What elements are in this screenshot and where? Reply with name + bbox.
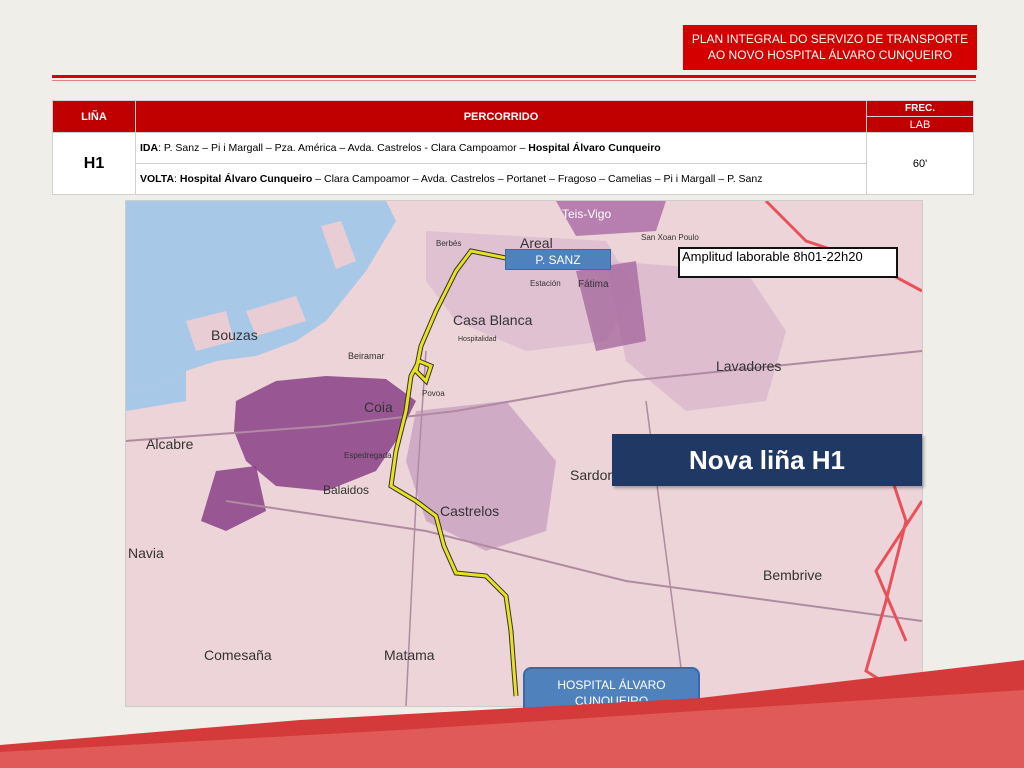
map-label-coia: Coia [364,399,393,415]
ida-text: : P. Sanz – Pi i Margall – Pza. América … [158,142,529,154]
map-label-bembrive: Bembrive [763,567,823,583]
map-label-teis: Teis-Vigo [562,207,612,221]
ida-label: IDA [140,142,159,154]
map-label-lavadores: Lavadores [716,358,782,374]
stop-destination-line1: HOSPITAL ÁLVARO [557,678,666,692]
header-line-1: PLAN INTEGRAL DO SERVIZO DE TRANSPORTE [691,32,969,46]
map-label-bouzas: Bouzas [211,327,258,343]
ida-destination: Hospital Álvaro Cunqueiro [528,142,661,154]
map-label-beiramar: Beiramar [348,351,385,361]
line-code: H1 [52,132,136,195]
map-label-estacion: Estación [530,279,561,288]
frequency-value: 60' [866,132,974,195]
header-title-box: PLAN INTEGRAL DO SERVIZO DE TRANSPORTE A… [683,25,977,70]
route-volta: VOLTA: Hospital Álvaro Cunqueiro – Clara… [135,163,867,195]
route-table: LIÑA PERCORRIDO FREC. LAB H1 IDA: P. San… [52,100,974,195]
map-label-casa-blanca: Casa Blanca [453,312,533,328]
map-label-comesana: Comesaña [204,647,272,663]
map-label-fatima: Fátima [578,279,609,290]
volta-text: – Clara Campoamor – Avda. Castrelos – Po… [312,173,763,185]
map-title-banner: Nova liña H1 [612,434,922,486]
map-label-matama: Matama [384,647,435,663]
map-label-povoa: Povoa [422,389,445,398]
volta-origin: Hospital Álvaro Cunqueiro [179,173,313,185]
stop-destination-label: HOSPITAL ÁLVARO CUNQUEIRO [523,667,700,719]
map-label-balaidos: Balaidos [323,483,370,497]
amplitud-box: Amplitud laborable 8h01-22h20 [678,247,898,278]
map-label-alcabre: Alcabre [146,436,194,452]
map-label-berbes: Berbés [436,239,462,248]
header-line-2: AO NOVO HOSPITAL ÁLVARO CUNQUEIRO [707,48,953,62]
map-label-castrelos: Castrelos [440,503,500,519]
map-label-espedregada: Espedregada [344,451,392,460]
header-rule [52,75,976,78]
map-label-navia: Navia [128,545,164,561]
col-header-freq-lab: LAB [866,116,974,133]
col-header-line: LIÑA [52,100,136,133]
map-label-hospital-small: Hospitalidad [458,336,497,343]
stop-destination-line2: CUNQUEIRO [574,694,649,708]
header-rule-thin [52,80,976,81]
table-row: H1 IDA: P. Sanz – Pi i Margall – Pza. Am… [52,132,974,195]
route-ida: IDA: P. Sanz – Pi i Margall – Pza. Améri… [135,132,867,164]
col-header-freq: FREC. [866,100,974,117]
col-header-route: PERCORRIDO [135,100,867,133]
volta-label: VOLTA [140,173,175,185]
map-label-san-xoan: San Xoan Poulo [641,233,699,242]
table-row: VOLTA: Hospital Álvaro Cunqueiro – Clara… [53,163,974,195]
stop-origin-label: P. SANZ [505,249,611,270]
